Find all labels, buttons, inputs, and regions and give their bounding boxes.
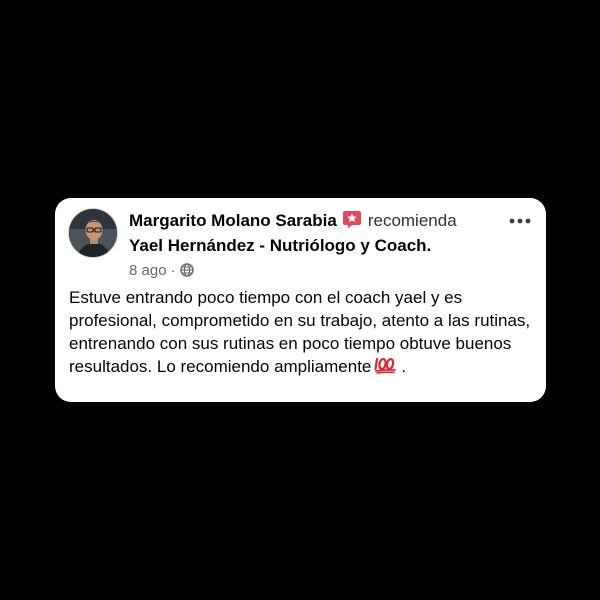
post-time[interactable]: 8 ago <box>129 262 167 279</box>
meta-separator: · <box>170 262 176 279</box>
review-body: Estuve entrando poco tiempo con el coach… <box>69 286 535 378</box>
recommendation-star-icon <box>342 210 362 229</box>
screenshot-stage: Margarito Molano Sarabia recomienda Yael … <box>0 0 600 600</box>
review-text-end: . <box>401 357 407 376</box>
more-options-icon <box>509 218 531 224</box>
author-name[interactable]: Margarito Molano Sarabia <box>129 211 337 230</box>
post-meta: 8 ago · <box>129 261 194 281</box>
globe-icon <box>179 263 194 277</box>
recommendation-card: Margarito Molano Sarabia recomienda Yael … <box>55 198 546 402</box>
avatar[interactable] <box>68 208 118 258</box>
recommended-page-name[interactable]: Yael Hernández - Nutriólogo y Coach. <box>129 235 431 257</box>
hundred-points-emoji <box>374 357 398 374</box>
recommend-action: recomienda <box>367 211 457 230</box>
avatar-photo <box>69 209 117 257</box>
review-header: Margarito Molano Sarabia recomienda <box>129 210 529 232</box>
review-text: Estuve entrando poco tiempo con el coach… <box>69 288 531 376</box>
more-options-button[interactable] <box>508 214 532 228</box>
